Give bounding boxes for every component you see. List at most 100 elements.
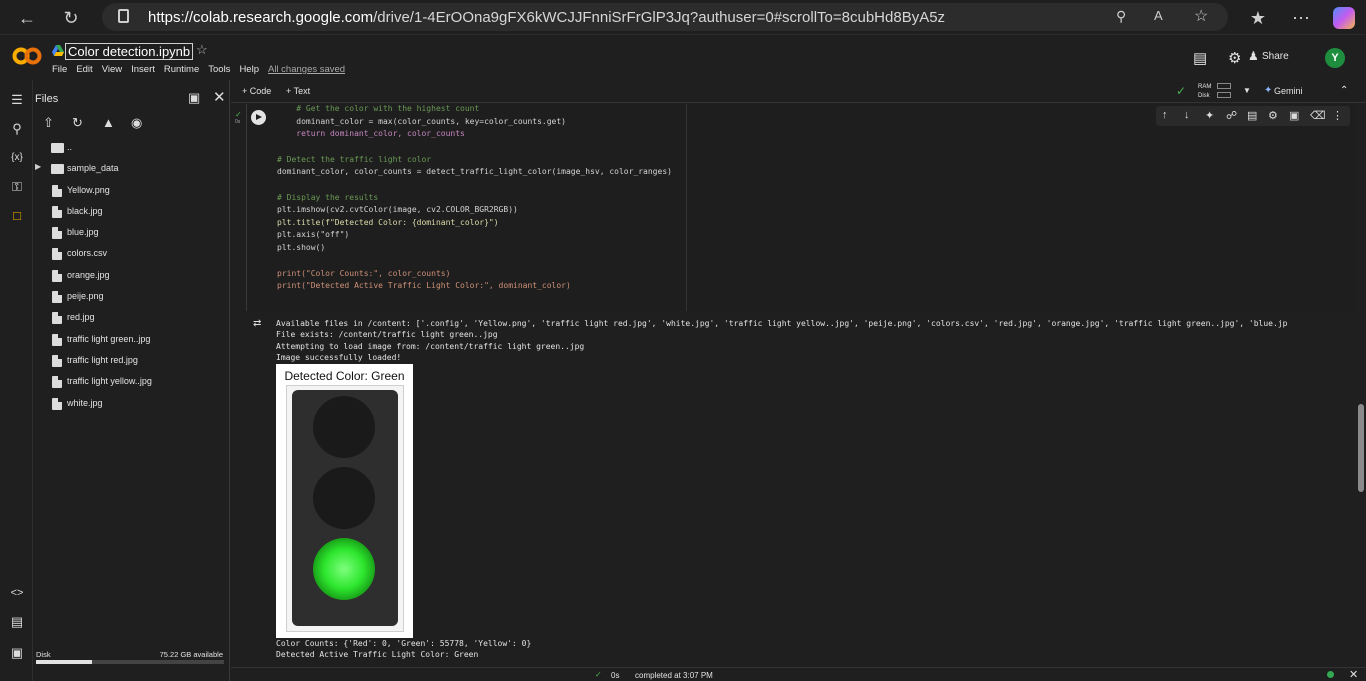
link-icon[interactable]: ☍ (1226, 109, 1237, 122)
output-actions-icon[interactable]: ⇄ (253, 318, 261, 329)
file-icon (52, 291, 62, 303)
file-item-parent[interactable]: .. (33, 138, 230, 158)
code-line[interactable]: plt.imshow(cv2.cvtColor(image, cv2.COLOR… (277, 205, 518, 214)
back-arrow-icon[interactable]: ← (16, 7, 38, 29)
variables-icon[interactable]: {x} (9, 150, 25, 166)
add-code-button[interactable]: + Code (242, 86, 271, 96)
menu-tools[interactable]: Tools (208, 64, 230, 75)
more-menu-icon[interactable]: ⋯ (1290, 7, 1312, 29)
close-icon[interactable]: ✕ (213, 88, 226, 106)
file-item[interactable]: orange.jpg (33, 266, 230, 286)
ram-bar (1217, 83, 1231, 89)
gemini-cell-icon[interactable]: ✦ (1205, 109, 1214, 122)
menu-insert[interactable]: Insert (131, 64, 155, 75)
gemini-button[interactable]: Gemini (1274, 86, 1303, 96)
mirror-cell-icon[interactable]: ▣ (1289, 109, 1299, 122)
folder-icon (51, 164, 64, 174)
file-item[interactable]: red.jpg (33, 308, 230, 328)
code-line[interactable]: plt.title(f"Detected Color: {dominant_co… (277, 218, 499, 227)
delete-icon[interactable]: ⌫ (1310, 109, 1326, 122)
refresh-icon[interactable]: ↻ (60, 7, 82, 29)
code-line[interactable]: # Display the results (277, 193, 378, 202)
code-line[interactable]: dominant_color = max(color_counts, key=c… (277, 117, 566, 126)
collapse-chevron-icon[interactable]: ⌃ (1340, 85, 1348, 96)
code-line[interactable]: return dominant_color, color_counts (277, 129, 465, 138)
scroll-thumb[interactable] (1358, 404, 1364, 492)
comments-icon[interactable]: ▤ (1193, 49, 1207, 67)
menu-runtime[interactable]: Runtime (164, 64, 199, 75)
status-bar: ✓ 0s completed at 3:07 PM ✕ (231, 667, 1366, 681)
address-bar[interactable]: https://colab.research.google.com/drive/… (102, 3, 1228, 31)
yellow-lamp (313, 467, 375, 529)
resource-labels[interactable]: RAM Disk (1198, 83, 1211, 101)
file-item[interactable]: blue.jpg (33, 223, 230, 243)
code-line[interactable]: # Detect the traffic light color (277, 155, 431, 164)
lock-icon (118, 9, 129, 23)
file-icon (52, 376, 62, 388)
file-item[interactable]: traffic light green..jpg (33, 330, 230, 350)
code-line[interactable]: plt.show() (277, 243, 325, 252)
code-line[interactable]: plt.axis("off") (277, 230, 349, 239)
read-aloud-icon[interactable]: A (1154, 8, 1163, 23)
copilot-icon[interactable] (1333, 7, 1355, 29)
cell-settings-gear-icon[interactable]: ⚙ (1268, 109, 1278, 122)
add-text-button[interactable]: + Text (286, 86, 310, 96)
avatar[interactable]: Y (1325, 48, 1345, 68)
menu-bar: File Edit View Insert Runtime Tools Help… (52, 64, 345, 75)
share-button[interactable]: Share (1262, 51, 1289, 62)
file-icon (52, 248, 62, 260)
file-icon (52, 312, 62, 324)
menu-file[interactable]: File (52, 64, 67, 75)
code-line[interactable]: print("Detected Active Traffic Light Col… (277, 281, 571, 290)
settings-gear-icon[interactable]: ⚙ (1228, 49, 1241, 67)
favorites-icon[interactable]: ★ (1247, 7, 1269, 29)
file-item[interactable]: peije.png (33, 287, 230, 307)
code-line[interactable]: print("Color Counts:", color_counts) (277, 269, 450, 278)
file-item[interactable]: traffic light yellow..jpg (33, 372, 230, 392)
search-icon[interactable]: ⚲ (9, 121, 25, 137)
run-cell-button[interactable] (251, 110, 266, 125)
secrets-key-icon[interactable]: ⚿ (9, 179, 25, 195)
terminal-icon[interactable]: ▣ (9, 645, 25, 661)
upload-file-icon[interactable]: ⇧ (43, 115, 54, 131)
move-up-icon[interactable]: ↑ (1162, 109, 1168, 121)
colab-logo-icon[interactable] (12, 46, 42, 66)
notebook-scrollbar[interactable] (1356, 104, 1366, 666)
disk-bar (1217, 92, 1231, 98)
menu-help[interactable]: Help (239, 64, 259, 75)
refresh-files-icon[interactable]: ↻ (72, 115, 83, 131)
comment-icon[interactable]: ▤ (1247, 109, 1257, 122)
favorite-star-icon[interactable]: ☆ (1194, 6, 1208, 26)
code-line[interactable]: # Get the color with the highest count (277, 104, 479, 113)
move-down-icon[interactable]: ↓ (1184, 109, 1190, 121)
menu-view[interactable]: View (102, 64, 122, 75)
star-icon[interactable]: ☆ (196, 42, 208, 58)
menu-edit[interactable]: Edit (76, 64, 92, 75)
share-people-icon: ♟ (1248, 49, 1259, 63)
browser-toolbar: ← ↻ https://colab.research.google.com/dr… (0, 0, 1366, 35)
file-item[interactable]: white.jpg (33, 394, 230, 414)
more-options-icon[interactable]: ⋮ (1332, 109, 1343, 122)
code-snippets-icon[interactable]: <> (9, 585, 25, 601)
hide-files-icon[interactable]: ◉ (131, 115, 142, 131)
file-icon (52, 355, 62, 367)
file-item[interactable]: black.jpg (33, 202, 230, 222)
cell-gutter (231, 104, 246, 311)
file-item[interactable]: Yellow.png (33, 181, 230, 201)
code-line[interactable]: dominant_color, color_counts = detect_tr… (277, 167, 672, 176)
file-item[interactable]: traffic light red.jpg (33, 351, 230, 371)
zoom-icon[interactable]: ⚲ (1116, 8, 1126, 25)
file-item-sample-data[interactable]: ▶ sample_data (33, 159, 230, 179)
table-of-contents-icon[interactable]: ☰ (9, 92, 25, 108)
output-line: Attempting to load image from: /content/… (276, 342, 585, 351)
open-in-tab-icon[interactable]: ▣ (188, 90, 200, 106)
save-status-link[interactable]: All changes saved (268, 64, 345, 75)
file-item[interactable]: colors.csv (33, 244, 230, 264)
command-palette-icon[interactable]: ▤ (9, 614, 25, 630)
mount-drive-icon[interactable]: ▲ (102, 115, 115, 130)
runtime-dropdown-icon[interactable]: ▼ (1243, 86, 1251, 95)
expand-arrow-icon[interactable]: ▶ (35, 162, 41, 171)
close-status-icon[interactable]: ✕ (1349, 668, 1358, 681)
files-folder-icon[interactable]: □ (9, 208, 25, 224)
notebook-title-input[interactable]: Color detection.ipynb (65, 43, 194, 60)
